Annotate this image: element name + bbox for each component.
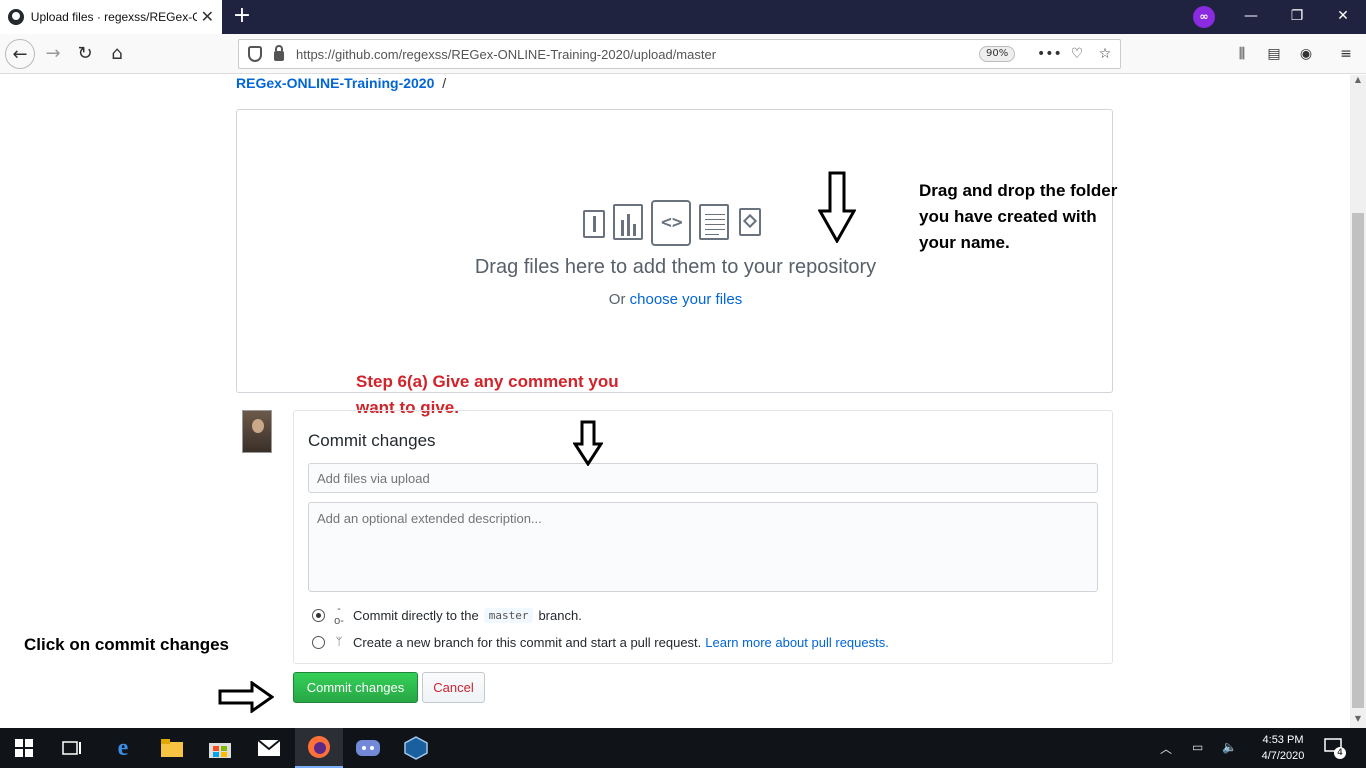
- chart-file-icon: [613, 204, 643, 240]
- folder-icon: [161, 739, 183, 757]
- browser-tab[interactable]: Upload files · regexss/REGex-ONLINE-Trai…: [0, 0, 222, 34]
- task-view-button[interactable]: [48, 728, 96, 768]
- commit-title: Commit changes: [308, 431, 436, 450]
- commit-message-input[interactable]: [308, 463, 1098, 493]
- drop-zone-subtitle: Or choose your files: [237, 291, 1114, 308]
- volume-icon[interactable]: 🔈: [1222, 740, 1237, 754]
- code-file-icon: <>: [651, 200, 691, 246]
- url-text[interactable]: https://github.com/regexss/REGex-ONLINE-…: [296, 47, 716, 62]
- pocket-icon[interactable]: ♡: [1065, 42, 1089, 66]
- edge-taskbar-button[interactable]: e: [99, 728, 147, 768]
- scroll-down-arrow-icon[interactable]: ▼: [1350, 714, 1366, 728]
- home-button[interactable]: ⌂: [102, 39, 132, 69]
- discord-taskbar-button[interactable]: [344, 728, 392, 768]
- breadcrumb-separator: /: [442, 75, 447, 91]
- drag-note-line-3: your name.: [919, 233, 1010, 252]
- windows-taskbar: e ︿ ▭ 🔈 4:53 PM 4/7/2020 4: [0, 728, 1366, 768]
- show-hidden-icons-icon[interactable]: ︿: [1160, 740, 1172, 757]
- learn-more-link[interactable]: Learn more about pull requests.: [705, 635, 889, 650]
- new-branch-option[interactable]: ᛘ Create a new branch for this commit an…: [312, 632, 889, 652]
- close-window-button[interactable]: ✕: [1320, 0, 1366, 34]
- zoom-indicator[interactable]: 90%: [979, 46, 1016, 62]
- new-branch-radio[interactable]: [312, 635, 325, 649]
- pdf-file-icon: [739, 208, 761, 236]
- store-button[interactable]: [196, 728, 244, 768]
- mail-button[interactable]: [245, 728, 293, 768]
- minimize-button[interactable]: —: [1228, 0, 1274, 34]
- reload-button[interactable]: ↻: [70, 39, 100, 69]
- cancel-button[interactable]: Cancel: [422, 672, 485, 703]
- new-tab-button[interactable]: +: [230, 4, 254, 28]
- file-type-icons: <>: [583, 200, 769, 248]
- git-commit-icon: -o-: [334, 603, 344, 627]
- bookmark-star-icon[interactable]: ☆: [1093, 42, 1117, 66]
- commit-form: Commit changes -o- Commit directly to th…: [293, 410, 1113, 664]
- zip-file-icon: [583, 210, 605, 238]
- avatar: [242, 410, 272, 453]
- start-button[interactable]: [0, 728, 48, 768]
- commit-direct-radio[interactable]: [312, 608, 325, 622]
- library-icon[interactable]: ⫼: [1232, 44, 1252, 64]
- down-arrow-annotation-commit: [573, 420, 603, 466]
- branch-name: master: [483, 607, 534, 623]
- scroll-up-arrow-icon[interactable]: ▲: [1350, 75, 1366, 89]
- navigation-toolbar: ← → ↻ ⌂ https://github.com/regexss/REGex…: [0, 34, 1366, 74]
- battery-icon[interactable]: ▭: [1192, 740, 1203, 754]
- notification-count: 4: [1334, 747, 1346, 759]
- page-actions-icon[interactable]: •••: [1037, 42, 1062, 66]
- down-arrow-annotation-drop: [818, 171, 856, 243]
- github-icon: [8, 9, 24, 25]
- forward-button[interactable]: →: [38, 39, 68, 69]
- tracking-shield-icon[interactable]: [248, 46, 262, 62]
- notification-center-icon[interactable]: 4: [1324, 738, 1346, 759]
- commit-direct-suffix: branch.: [538, 607, 582, 623]
- drop-zone-title: Drag files here to add them to your repo…: [474, 256, 877, 278]
- file-explorer-button[interactable]: [148, 728, 196, 768]
- mail-icon: [258, 740, 280, 756]
- breadcrumb-repo-link[interactable]: REGex-ONLINE-Training-2020: [236, 75, 434, 91]
- firefox-icon: [308, 736, 330, 758]
- virtualbox-taskbar-button[interactable]: [392, 728, 440, 768]
- tab-title: Upload files · regexss/REGex-ONLINE-Trai…: [30, 10, 197, 24]
- drag-note-line-2: you have created with: [919, 207, 1097, 226]
- drop-or-text: Or: [608, 291, 626, 308]
- commit-description-textarea[interactable]: [308, 502, 1098, 592]
- commit-changes-button[interactable]: Commit changes: [293, 672, 418, 703]
- scrollbar-thumb[interactable]: [1352, 213, 1364, 708]
- account-icon[interactable]: ◉: [1296, 44, 1316, 64]
- page-content: REGex-ONLINE-Training-2020 / <> Drag fil…: [0, 75, 1350, 728]
- private-browsing-icon: ∞: [1193, 6, 1215, 28]
- menu-icon[interactable]: ≡: [1336, 44, 1356, 64]
- edge-icon: e: [117, 734, 129, 761]
- git-pull-request-icon: ᛘ: [335, 636, 343, 648]
- task-view-icon: [62, 741, 81, 755]
- breadcrumb: REGex-ONLINE-Training-2020 /: [236, 75, 446, 91]
- right-arrow-annotation: [218, 681, 274, 713]
- discord-icon: [356, 740, 380, 756]
- new-branch-text: Create a new branch for this commit and …: [353, 634, 702, 650]
- store-bag-icon: [209, 743, 231, 758]
- virtualbox-icon: [404, 736, 428, 760]
- drag-note-line-1: Drag and drop the folder: [919, 181, 1118, 200]
- drag-drop-annotation: Drag and drop the folder you have create…: [919, 178, 1117, 256]
- back-button[interactable]: ←: [5, 39, 35, 69]
- clock-time: 4:53 PM: [1262, 734, 1304, 746]
- click-commit-annotation: Click on commit changes: [24, 635, 229, 654]
- commit-direct-option[interactable]: -o- Commit directly to the master branch…: [312, 603, 582, 627]
- address-bar[interactable]: https://github.com/regexss/REGex-ONLINE-…: [238, 39, 1121, 69]
- windows-logo-icon: [15, 739, 33, 757]
- sidebar-icon[interactable]: ▤: [1264, 44, 1284, 64]
- choose-files-link[interactable]: choose your files: [630, 291, 743, 308]
- step-line-1: Step 6(a) Give any comment you: [356, 372, 619, 391]
- document-file-icon: [699, 204, 729, 240]
- page-scrollbar[interactable]: ▲ ▼: [1350, 75, 1366, 728]
- commit-direct-text: Commit directly to the: [353, 607, 479, 623]
- clock-date: 4/7/2020: [1261, 750, 1305, 762]
- browser-tab-bar: Upload files · regexss/REGex-ONLINE-Trai…: [0, 0, 1366, 34]
- lock-icon[interactable]: [274, 45, 284, 61]
- restore-button[interactable]: ❐: [1274, 0, 1320, 34]
- taskbar-clock[interactable]: 4:53 PM 4/7/2020: [1248, 732, 1318, 764]
- firefox-taskbar-button[interactable]: [295, 728, 343, 768]
- tab-close-icon[interactable]: ✕: [201, 9, 214, 25]
